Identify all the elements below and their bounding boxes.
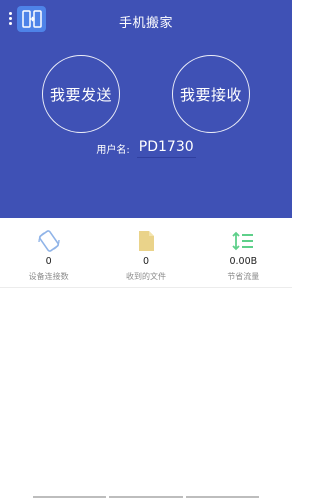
stat-files-label: 收到的文件: [125, 272, 166, 281]
header-panel: 手机搬家 我要发送 我要接收 用户名: PD1730: [0, 0, 292, 218]
stat-devices: 0 设备连接数: [0, 218, 97, 288]
indicator-segment: [185, 496, 259, 498]
username-label: 用户名:: [96, 145, 130, 156]
stat-files-value: 0: [142, 256, 150, 267]
indicator-segment: [33, 496, 107, 498]
devices-icon: [36, 229, 62, 253]
stat-traffic: 0.00B 节省流量: [195, 218, 292, 288]
username-row: 用户名: PD1730: [0, 138, 292, 158]
receive-button[interactable]: 我要接收: [172, 55, 250, 133]
divider: [0, 287, 292, 288]
send-button[interactable]: 我要发送: [42, 55, 120, 133]
indicator-segment: [109, 496, 183, 498]
stat-devices-label: 设备连接数: [28, 272, 69, 281]
username-field[interactable]: PD1730: [136, 139, 196, 158]
stat-devices-value: 0: [45, 256, 52, 267]
traffic-icon: [230, 229, 256, 253]
stat-traffic-value: 0.00B: [229, 256, 258, 267]
stat-traffic-label: 节省流量: [227, 272, 260, 281]
stat-files[interactable]: 0 收到的文件: [97, 218, 194, 288]
bottom-indicator: [33, 496, 259, 498]
page-title: 手机搬家: [118, 16, 173, 31]
stats-panel: 0 设备连接数 0 收到的文件 0.00B 节省流量: [0, 218, 292, 288]
file-icon: [133, 229, 159, 253]
